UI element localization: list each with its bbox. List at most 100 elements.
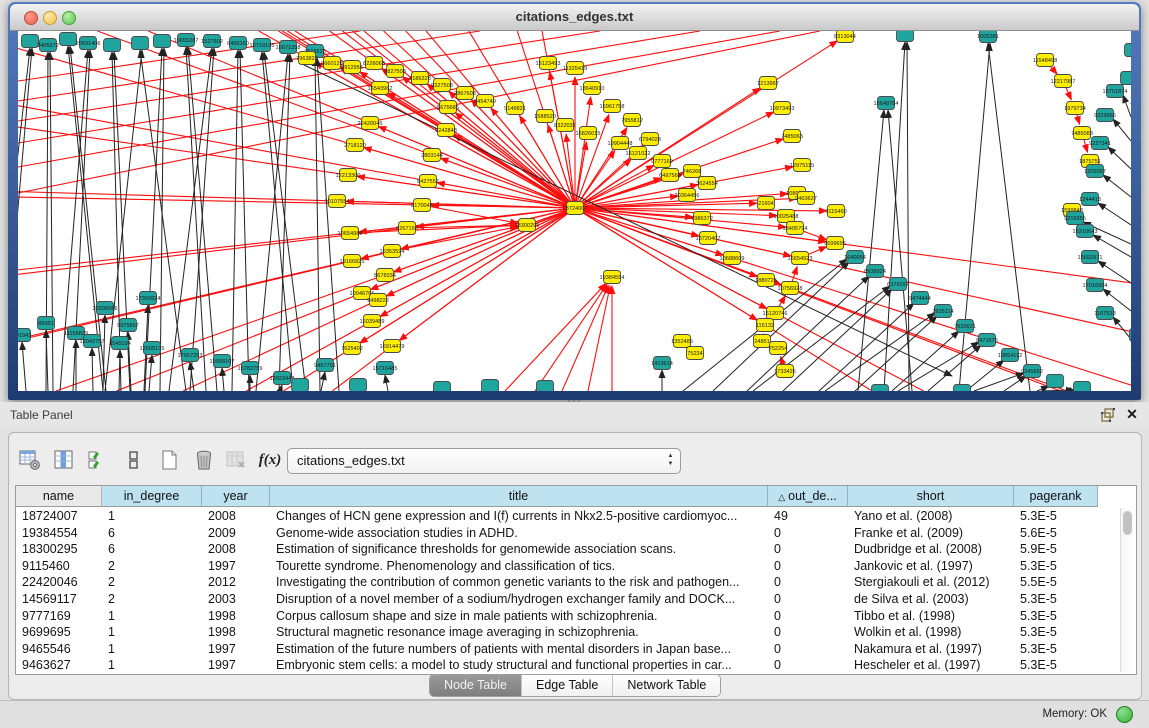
table-row[interactable]: 1872400712008Changes of HCN gene express… <box>16 508 1121 525</box>
graph-node[interactable]: 9660128 <box>321 57 343 70</box>
graph-node[interactable]: 16543962 <box>368 82 393 95</box>
column-header-title[interactable]: title <box>270 486 768 507</box>
graph-node[interactable] <box>22 35 39 48</box>
graph-node[interactable]: 12923448 <box>270 372 295 385</box>
graph-node[interactable]: 16353594 <box>380 245 405 258</box>
graph-node[interactable] <box>292 379 309 392</box>
graph-node[interactable]: 9245652 <box>1021 365 1043 378</box>
graph-node[interactable]: 16210643 <box>1073 225 1098 238</box>
graph-node[interactable] <box>434 382 451 392</box>
graph-node[interactable]: 1413614 <box>651 357 673 370</box>
graph-node[interactable]: 22420046 <box>358 117 383 130</box>
graph-node[interactable]: 6466160 <box>227 37 249 50</box>
graph-node[interactable]: 391943 <box>18 329 31 342</box>
graph-node[interactable]: 8454749 <box>474 95 496 108</box>
graph-node[interactable] <box>1047 375 1064 388</box>
graph-node[interactable]: 8912954 <box>341 61 363 74</box>
graph-node[interactable]: 20364456 <box>675 189 700 202</box>
float-panel-icon[interactable] <box>1100 407 1116 423</box>
row-height-button[interactable] <box>121 447 147 473</box>
graph-node[interactable]: 19166825 <box>340 255 365 268</box>
graph-node[interactable]: 16826015 <box>576 127 601 140</box>
graph-node[interactable]: 7963822 <box>296 52 318 65</box>
select-rows-button[interactable] <box>85 447 111 473</box>
graph-node[interactable]: 75234 <box>687 347 704 360</box>
scrollbar-thumb[interactable] <box>1123 511 1132 535</box>
graph-node[interactable]: 8226063 <box>363 57 385 70</box>
graph-node[interactable]: 12975115 <box>790 159 814 172</box>
graph-node[interactable]: 9329966 <box>1094 109 1116 122</box>
graph-node[interactable]: 17359924 <box>136 292 161 305</box>
graph-node[interactable]: 9975857 <box>117 319 139 332</box>
graph-node[interactable]: 15692971 <box>1078 251 1103 264</box>
graph-node[interactable]: 2935114 <box>932 305 953 318</box>
close-panel-icon[interactable]: ✕ <box>1124 405 1140 423</box>
network-canvas[interactable]: 1872400718300295193845542405572206914061… <box>18 31 1131 391</box>
column-header-out-de-[interactable]: △out_de... <box>768 486 848 507</box>
graph-node[interactable]: 18640910 <box>580 82 605 95</box>
column-header-year[interactable]: year <box>202 486 270 507</box>
table-row[interactable]: 1830029562008Estimation of significance … <box>16 541 1121 558</box>
graph-node[interactable]: 10719195 <box>250 39 275 52</box>
tab-network-table[interactable]: Network Table <box>613 675 720 696</box>
graph-node[interactable]: 1167533 <box>1094 307 1115 320</box>
graph-node[interactable]: 11548498 <box>1033 54 1057 67</box>
graph-node[interactable]: 1213967 <box>757 77 779 90</box>
graph-node[interactable] <box>350 379 367 392</box>
graph-node[interactable]: 15716485 <box>373 362 398 375</box>
graph-node[interactable]: 8170046 <box>411 199 433 212</box>
graph-node[interactable]: 1545194 <box>109 337 131 350</box>
graph-node[interactable]: 8427552 <box>417 175 439 188</box>
graph-node[interactable]: 6379197 <box>887 278 909 291</box>
tab-node-table[interactable]: Node Table <box>430 675 522 696</box>
graph-node[interactable]: 16121022 <box>626 147 651 160</box>
graph-node[interactable] <box>1125 44 1132 57</box>
table-row[interactable]: 1938455462009Genome-wide association stu… <box>16 525 1121 542</box>
graph-node[interactable]: 10655287 <box>174 34 199 47</box>
graph-node[interactable]: 115132 <box>756 319 774 332</box>
graph-node[interactable]: 19904448 <box>608 137 633 150</box>
graph-node[interactable] <box>1074 382 1091 392</box>
memory-indicator[interactable] <box>1116 706 1133 723</box>
graph-node[interactable]: 15751874 <box>1103 85 1128 98</box>
vertical-scrollbar[interactable] <box>1120 508 1135 672</box>
graph-node[interactable]: 752254 <box>769 342 788 355</box>
graph-node[interactable]: 2718120 <box>344 139 366 152</box>
graph-node[interactable]: 1209387 <box>1084 165 1106 178</box>
graph-node[interactable] <box>132 37 149 50</box>
graph-node[interactable]: 1244413 <box>1079 193 1101 206</box>
graph-node[interactable]: 15123493 <box>536 57 561 70</box>
graph-node[interactable] <box>154 35 171 48</box>
graph-node[interactable]: 5267150 <box>396 222 418 235</box>
table-selector-dropdown[interactable]: citations_edges.txt ▲▼ <box>287 448 681 474</box>
graph-node[interactable]: 16961758 <box>600 100 625 113</box>
graph-node[interactable]: 10756928 <box>778 282 803 295</box>
graph-node[interactable]: 12217987 <box>1051 75 1076 88</box>
graph-node[interactable] <box>954 385 971 392</box>
table-row[interactable]: 969969511998Structural magnetic resonanc… <box>16 624 1121 641</box>
graph-node[interactable]: 17016504 <box>1083 279 1108 292</box>
graph-node[interactable]: 1880725 <box>755 274 777 287</box>
graph-node[interactable]: 7986372 <box>691 212 713 225</box>
graph-node[interactable]: 1640954 <box>844 251 866 264</box>
graph-node[interactable]: 7485083 <box>1071 127 1093 140</box>
graph-node[interactable]: 16914479 <box>380 340 405 353</box>
table-row[interactable]: 977716911998Corpus callosum shape and si… <box>16 608 1121 625</box>
graph-node[interactable]: 6497568 <box>659 169 681 182</box>
graph-node[interactable]: 1733426 <box>774 365 796 378</box>
graph-node[interactable]: 2803144 <box>421 149 443 162</box>
new-column-button[interactable] <box>157 447 183 473</box>
graph-node[interactable]: 8938924 <box>864 265 886 278</box>
delete-column-button[interactable] <box>191 447 217 473</box>
graph-node[interactable]: 18300295 <box>515 219 540 232</box>
column-header-name[interactable]: name <box>16 486 102 507</box>
graph-node[interactable]: 10654112 <box>998 349 1022 362</box>
graph-node[interactable]: 8186328 <box>409 72 431 85</box>
graph-node[interactable]: 21604 <box>758 197 775 210</box>
table-row[interactable]: 946362711997Embryonic stem cells: a mode… <box>16 657 1121 674</box>
graph-node[interactable]: 2405572 <box>37 39 59 52</box>
graph-node[interactable]: 18495794 <box>783 222 808 235</box>
graph-node[interactable]: 1588520 <box>534 110 556 123</box>
graph-node[interactable]: 7632621 <box>954 320 976 333</box>
graph-node[interactable]: 20206586 <box>93 302 118 315</box>
